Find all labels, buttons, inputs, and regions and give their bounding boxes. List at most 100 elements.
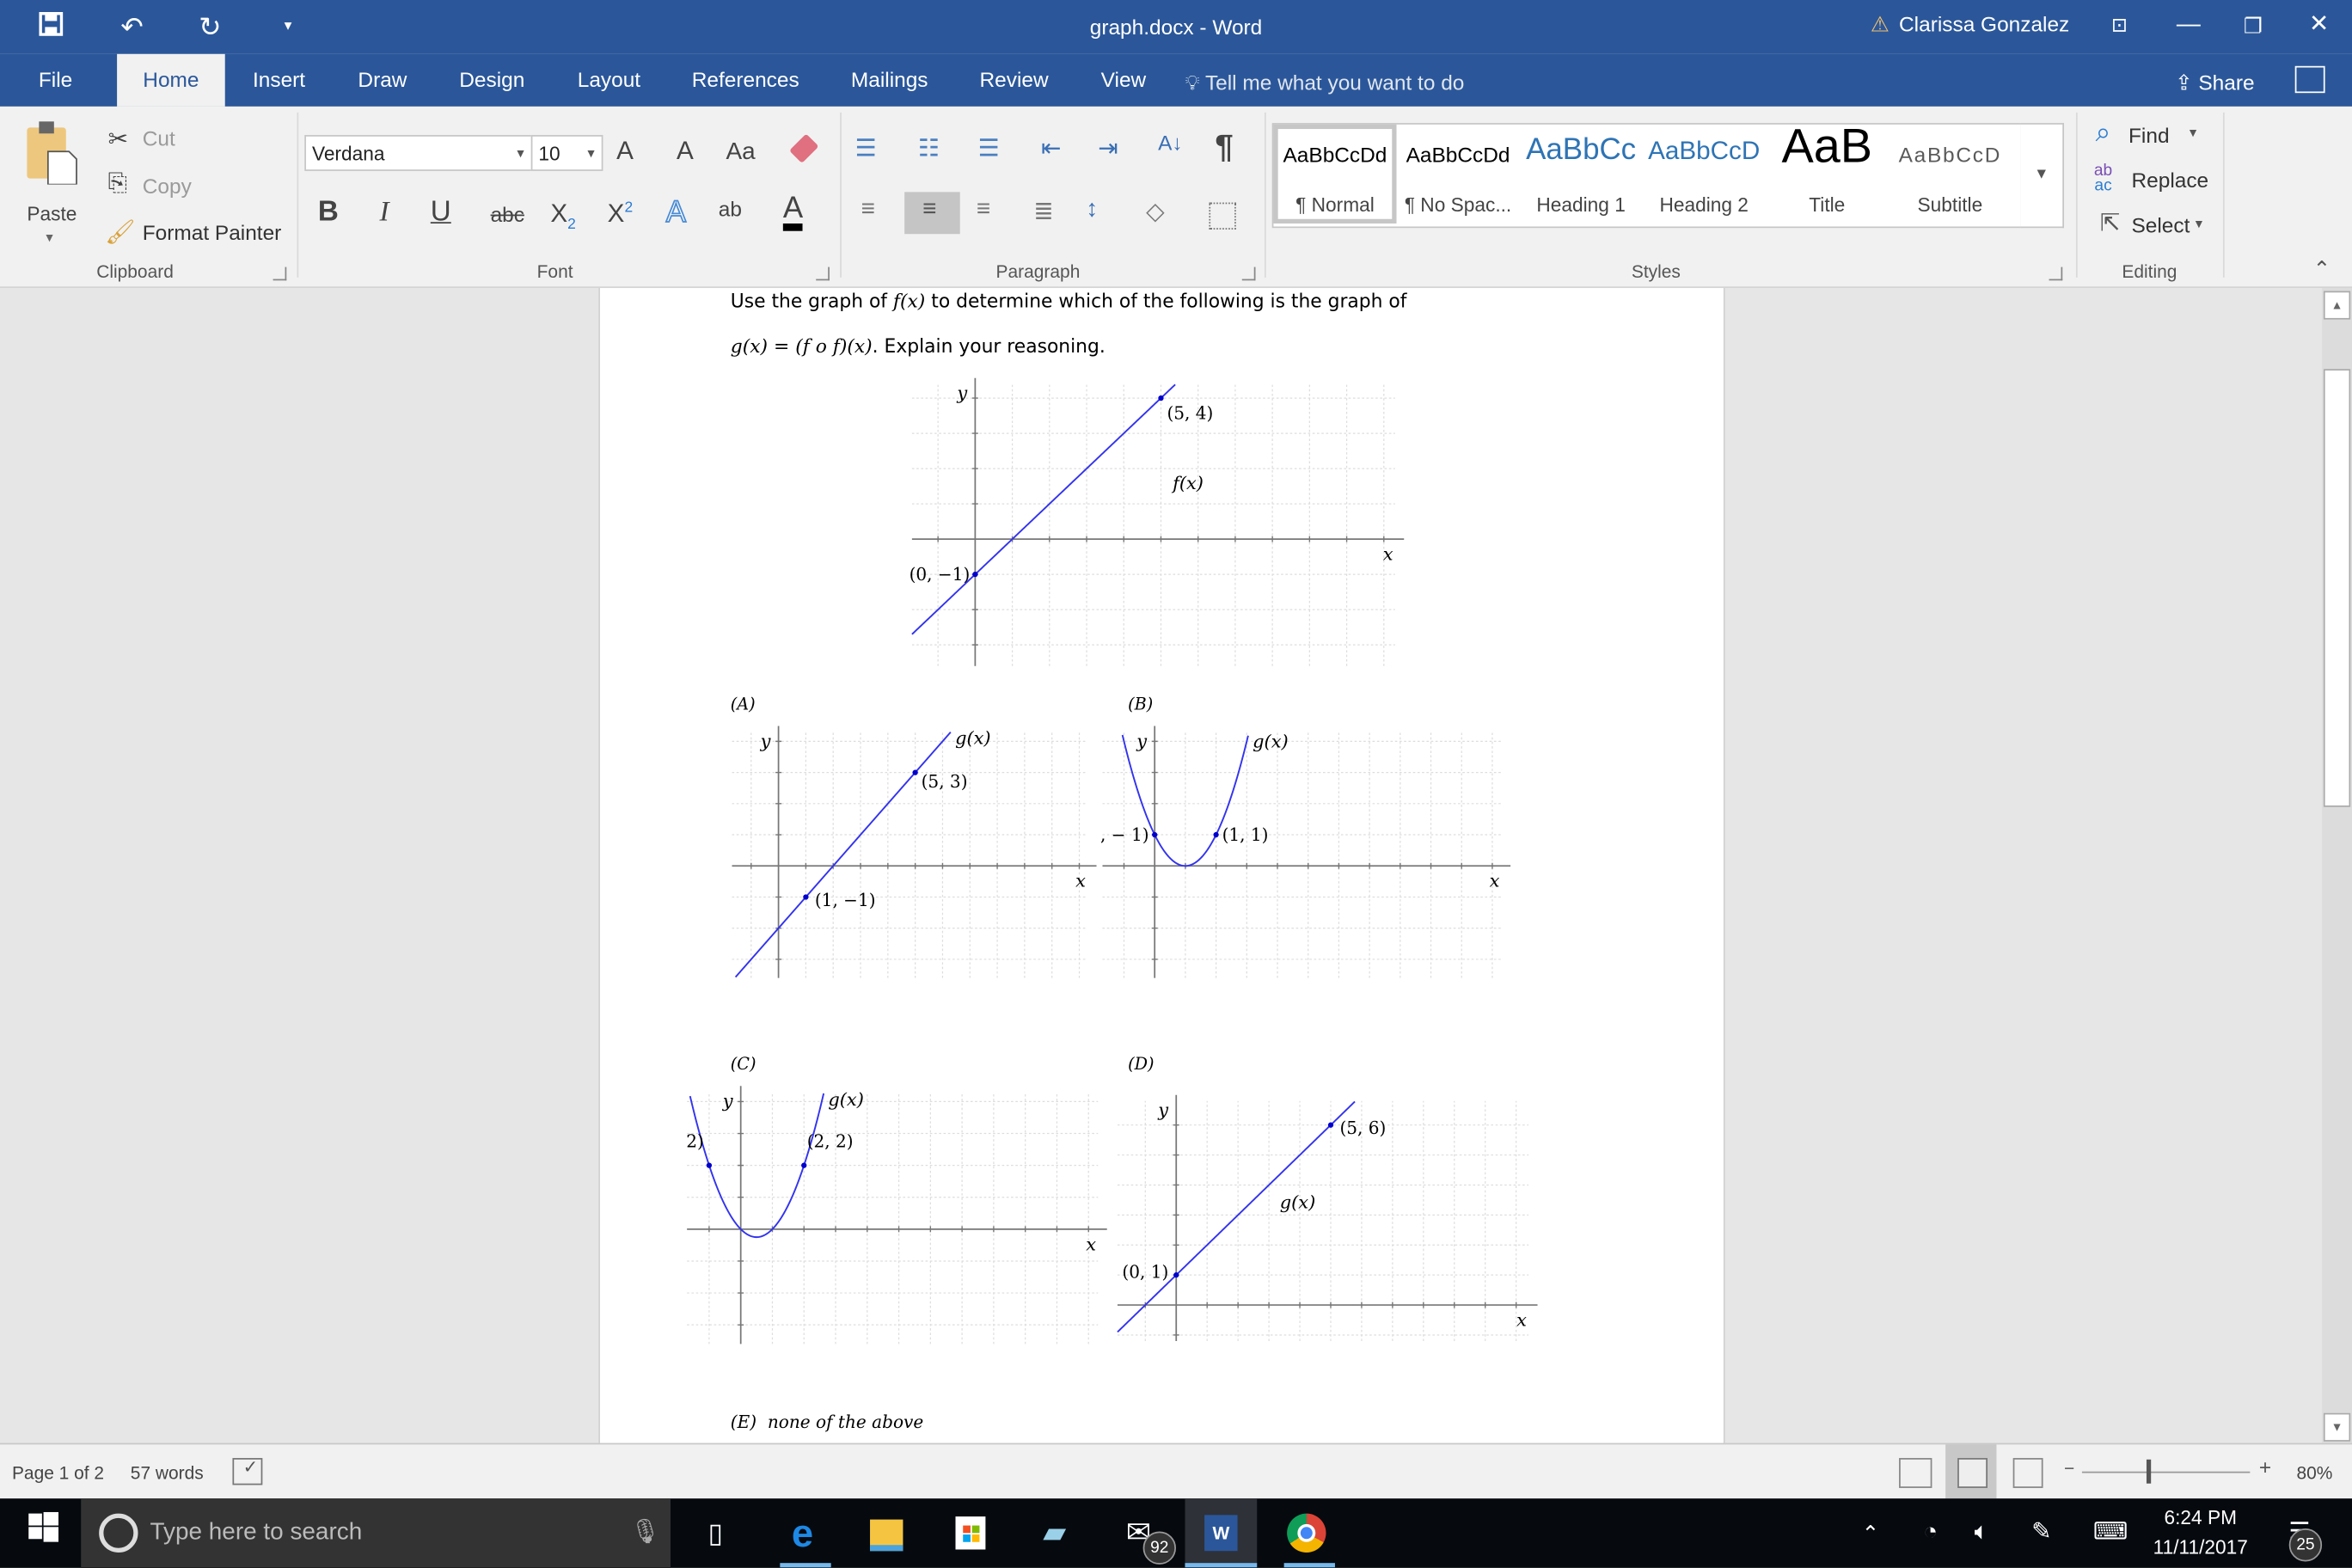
taskbar-search-box[interactable]: Type here to search 🎙︎ — [81, 1498, 671, 1568]
format-painter-button[interactable]: Format Painter — [143, 221, 282, 245]
sort-icon[interactable]: A↓ — [1158, 131, 1183, 155]
strikethrough-button[interactable]: abc — [491, 203, 524, 227]
styles-launcher-icon[interactable] — [2049, 266, 2063, 281]
grow-font-icon[interactable]: A — [616, 137, 634, 167]
style-title[interactable]: AaB Title — [1766, 125, 1889, 224]
show-hidden-icons[interactable]: ⌃ — [1848, 1510, 1893, 1555]
vertical-scrollbar[interactable]: ▲ ▼ — [2322, 288, 2352, 1443]
tab-draw[interactable]: Draw — [345, 54, 420, 107]
word-taskbar-button[interactable]: W — [1185, 1498, 1258, 1568]
style-heading-1[interactable]: AaBbCc Heading 1 — [1520, 125, 1643, 224]
bullets-icon[interactable]: ☰ — [855, 133, 877, 163]
zoom-slider[interactable] — [2081, 1471, 2251, 1473]
chrome-icon[interactable] — [1284, 1510, 1329, 1555]
windows-start-icon[interactable] — [21, 1510, 65, 1555]
zoom-slider-thumb[interactable] — [2146, 1459, 2151, 1484]
document-page[interactable]: Use the graph of f(x) to determine which… — [598, 288, 1725, 1443]
increase-indent-icon[interactable]: ⇥ — [1098, 133, 1118, 163]
edge-icon[interactable]: e — [780, 1510, 824, 1555]
tab-mailings[interactable]: Mailings — [837, 54, 942, 107]
multilevel-list-icon[interactable]: ☰ — [978, 133, 1000, 163]
highlight-button[interactable]: ab — [719, 197, 742, 221]
user-name[interactable]: Clarissa Gonzalez — [1899, 12, 2069, 36]
keyboard-icon[interactable]: ⌨ — [2088, 1510, 2133, 1555]
share-button[interactable]: ⇪ Share — [2175, 54, 2254, 107]
clipboard-launcher-icon[interactable] — [273, 266, 287, 281]
styles-more-button[interactable]: ▼ — [2020, 123, 2064, 229]
restore-icon[interactable]: ❐ — [2231, 6, 2275, 45]
tab-layout[interactable]: Layout — [564, 54, 654, 107]
tab-design[interactable]: Design — [447, 54, 537, 107]
read-mode-icon[interactable] — [1899, 1458, 1932, 1488]
style-normal[interactable]: AaBbCcDd ¶ Normal — [1273, 124, 1397, 224]
volume-icon[interactable]: 🔈︎ — [1959, 1510, 2004, 1555]
shading-icon[interactable]: ◇ — [1146, 197, 1164, 227]
task-view-icon[interactable]: ▯ — [693, 1510, 738, 1555]
superscript-button[interactable]: X2 — [608, 199, 633, 230]
paragraph-launcher-icon[interactable] — [1241, 266, 1256, 281]
align-right-icon[interactable]: ≡ — [977, 197, 990, 224]
numbering-icon[interactable]: ☷ — [918, 133, 940, 163]
ribbon-display-icon[interactable]: ⊡ — [2097, 6, 2141, 45]
style-heading-2[interactable]: AaBbCcD Heading 2 — [1643, 125, 1766, 224]
line-spacing-icon[interactable]: ↕ — [1086, 197, 1098, 224]
font-name-combo[interactable]: Verdana ▼ — [304, 135, 533, 171]
justify-icon[interactable]: ≣ — [1033, 197, 1053, 227]
zoom-out-button[interactable]: − — [2064, 1458, 2074, 1479]
font-launcher-icon[interactable] — [816, 266, 830, 281]
minimize-icon[interactable]: — — [2166, 6, 2211, 45]
paste-icon[interactable] — [24, 119, 78, 186]
file-explorer-icon[interactable] — [864, 1510, 909, 1555]
style-no-spacing[interactable]: AaBbCcDd ¶ No Spac... — [1397, 125, 1520, 224]
font-color-button[interactable]: A — [782, 193, 804, 231]
align-center-button[interactable]: ≡ — [904, 192, 960, 235]
decrease-indent-icon[interactable]: ⇤ — [1041, 133, 1061, 163]
close-icon[interactable]: ✕ — [2296, 6, 2341, 45]
proofing-icon[interactable]: ✓ — [232, 1456, 263, 1485]
tab-view[interactable]: View — [1086, 54, 1161, 107]
clock-date[interactable]: 11/11/2017 — [2148, 1536, 2253, 1559]
tab-references[interactable]: References — [681, 54, 810, 107]
style-subtitle[interactable]: AaBbCcD Subtitle — [1889, 125, 2012, 224]
zoom-level[interactable]: 80% — [2296, 1462, 2332, 1483]
collapse-ribbon-icon[interactable]: ⌃ — [2313, 256, 2331, 282]
italic-button[interactable]: I — [379, 197, 389, 230]
tab-file[interactable]: File — [21, 54, 89, 107]
borders-icon[interactable] — [1209, 202, 1236, 230]
scroll-thumb[interactable] — [2323, 369, 2351, 807]
scroll-up-button[interactable]: ▲ — [2323, 291, 2351, 320]
print-layout-button[interactable] — [1945, 1444, 1997, 1499]
notepad-icon[interactable]: ▰ — [1032, 1510, 1076, 1555]
text-effects-button[interactable]: A — [665, 196, 687, 231]
font-size-combo[interactable]: 10 ▼ — [530, 135, 603, 171]
clear-formatting-icon[interactable] — [788, 133, 819, 164]
replace-button[interactable]: Replace — [2132, 168, 2209, 192]
scroll-down-button[interactable]: ▼ — [2323, 1412, 2351, 1442]
cut-button[interactable]: Cut — [143, 126, 175, 150]
microphone-icon[interactable]: 🎙︎ — [630, 1516, 660, 1547]
find-button[interactable]: Find — [2128, 123, 2170, 147]
tell-me-search[interactable]: 💡︎ Tell me what you want to do — [1185, 54, 1464, 107]
paste-dropdown-icon[interactable]: ▼ — [44, 231, 56, 245]
copy-button[interactable]: Copy — [143, 174, 192, 198]
clock-time[interactable]: 6:24 PM — [2148, 1506, 2253, 1528]
show-marks-icon[interactable]: ¶ — [1215, 127, 1233, 166]
tab-review[interactable]: Review — [969, 54, 1059, 107]
shrink-font-icon[interactable]: A — [677, 137, 694, 167]
tab-home[interactable]: Home — [117, 53, 225, 107]
paste-button[interactable]: Paste — [27, 203, 77, 225]
bold-button[interactable]: B — [318, 197, 339, 230]
page-count[interactable]: Page 1 of 2 — [12, 1462, 104, 1483]
align-left-icon[interactable]: ≡ — [861, 197, 875, 224]
web-layout-icon[interactable] — [2012, 1458, 2043, 1488]
change-case-button[interactable]: Aa — [726, 139, 756, 166]
store-icon[interactable] — [948, 1510, 993, 1555]
word-count[interactable]: 57 words — [131, 1462, 204, 1483]
subscript-button[interactable]: X2 — [550, 199, 575, 233]
wifi-icon[interactable]: ◔ — [1908, 1510, 1953, 1555]
comments-icon[interactable] — [2294, 65, 2325, 94]
underline-button[interactable]: U — [431, 197, 451, 230]
pen-icon[interactable]: ✎ — [2019, 1510, 2064, 1555]
select-button[interactable]: Select — [2132, 213, 2190, 237]
zoom-in-button[interactable]: + — [2259, 1455, 2271, 1479]
